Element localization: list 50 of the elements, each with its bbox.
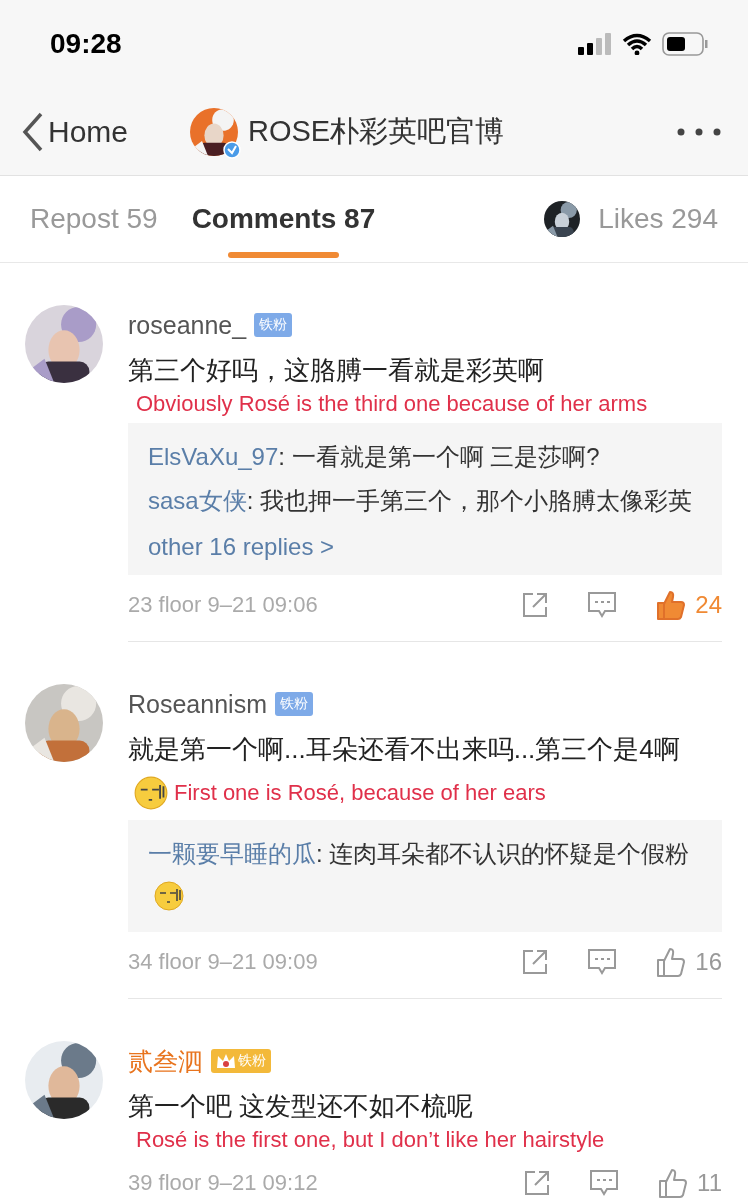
comment-text: 第一个吧 这发型还不如不梳呢 [128,1090,475,1123]
wifi-icon [622,33,652,55]
annotation: First one is Rosé, because of her ears [174,780,546,805]
reply-text: sasa女侠: 我也押一手第三个，那个小胳膊太像彩英 [148,486,694,516]
page-title: ROSE朴彩英吧官博 [248,113,505,149]
share-button[interactable] [521,591,550,619]
reply-text: 一颗要早睡的瓜: 连肉耳朵都不认识的怀疑是个假粉 [148,834,702,914]
like-button[interactable]: 11 [657,1167,722,1199]
more-icon [676,126,722,137]
tab[interactable]: Repost 59 [30,176,158,262]
annotation: Obviously Rosé is the third one because of her arms [136,391,649,417]
reply-text: ElsVaXu_97: 一看就是第一个啊 三是莎啊? [148,442,601,472]
back-button[interactable]: Home [22,111,129,152]
thumbs-up-icon [657,1167,690,1199]
share-icon [521,591,550,619]
username[interactable]: Roseannism [128,689,267,719]
fan-badge: 铁粉 [254,313,293,337]
tab[interactable]: Comments 87 [191,176,376,262]
username[interactable]: roseanne_ [128,310,247,340]
username[interactable]: 贰叁泗 [128,1044,203,1078]
comment-icon [587,591,618,619]
comment-meta: 23 floor 9–21 09:06 [128,592,319,618]
share-button[interactable] [523,1169,552,1197]
share-button[interactable] [521,948,550,976]
more-replies-link[interactable]: other 16 replies > [148,533,702,561]
comment-meta: 39 floor 9–21 09:12 [128,1170,319,1196]
fan-badge: 铁粉 [211,1049,271,1073]
comment-text: 就是第一个啊...耳朵还看不出来吗...第三个是4啊 First one is Rosé, because of her ears [128,728,722,814]
more-button[interactable] [676,126,722,137]
clock: 09:28 [50,28,122,60]
back-chevron-icon [22,111,44,152]
comment-button[interactable] [587,591,618,619]
like-button[interactable]: 24 [655,589,722,621]
comment-text: 第三个好吗，这胳膊一看就是彩英啊 [128,354,545,387]
thumbs-up-icon [655,946,688,978]
annotation: Rosé is the first one, but I don’t like her hairstyle [136,1127,606,1153]
signal-icon [578,33,612,55]
crown-icon [216,1052,236,1070]
fan-badge: 铁粉 [274,692,313,716]
thumbs-up-icon [655,589,688,621]
like-button[interactable]: 16 [655,946,722,978]
comment-button[interactable] [589,1169,620,1197]
share-icon [521,948,550,976]
comment-meta: 34 floor 9–21 09:09 [128,949,319,975]
tab[interactable]: Likes 294 [544,176,718,262]
comment-icon [587,948,618,976]
comment-icon [589,1169,620,1197]
battery-icon [662,32,708,56]
share-icon [523,1169,552,1197]
comment-button[interactable] [587,948,618,976]
